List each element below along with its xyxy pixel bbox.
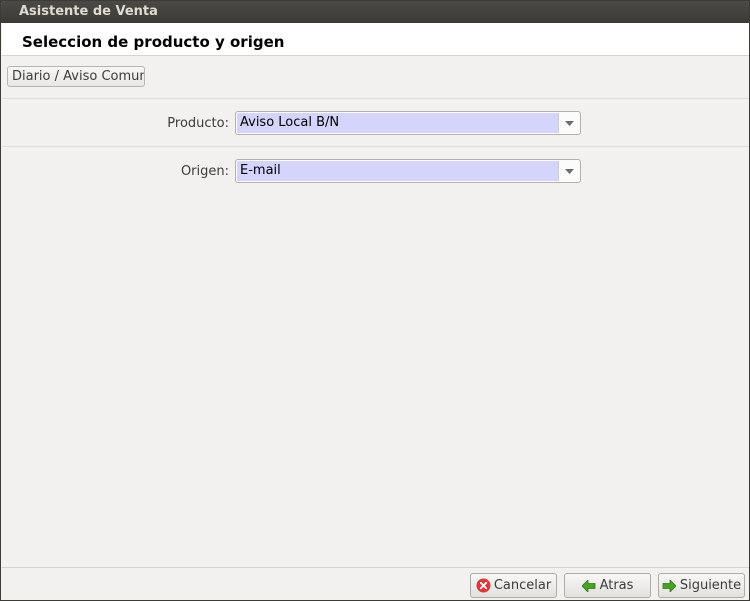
arrow-left-icon: [582, 578, 597, 593]
window-titlebar[interactable]: Asistente de Venta: [1, 1, 749, 23]
divider: [2, 98, 749, 99]
producto-label: Producto:: [167, 116, 229, 131]
divider: [2, 146, 749, 147]
chevron-down-icon[interactable]: [558, 161, 580, 181]
next-button[interactable]: Siguiente: [658, 573, 745, 598]
arrow-right-icon: [662, 578, 677, 593]
chevron-down-icon[interactable]: [558, 113, 580, 133]
back-label: Atras: [599, 578, 634, 593]
origen-label: Origen:: [180, 164, 229, 179]
origen-select[interactable]: E-mail: [235, 159, 581, 183]
page-title: Seleccion de producto y origen: [22, 33, 285, 51]
tab-label: Diario / Aviso Comun: [12, 69, 145, 84]
window-title: Asistente de Venta: [19, 4, 158, 19]
producto-select[interactable]: Aviso Local B/N: [235, 111, 581, 135]
sales-wizard-window: Asistente de Venta Seleccion de producto…: [0, 0, 750, 601]
cancel-button[interactable]: Cancelar: [470, 573, 557, 598]
footer-divider: [2, 567, 749, 568]
origen-value: E-mail: [237, 161, 558, 181]
cancel-icon: [476, 578, 491, 593]
wizard-header: Seleccion de producto y origen: [2, 23, 749, 56]
tab-diario-aviso-comun[interactable]: Diario / Aviso Comun: [7, 66, 145, 87]
producto-value: Aviso Local B/N: [237, 113, 558, 133]
next-label: Siguiente: [679, 578, 742, 593]
back-button[interactable]: Atras: [564, 573, 651, 598]
cancel-label: Cancelar: [493, 578, 552, 593]
